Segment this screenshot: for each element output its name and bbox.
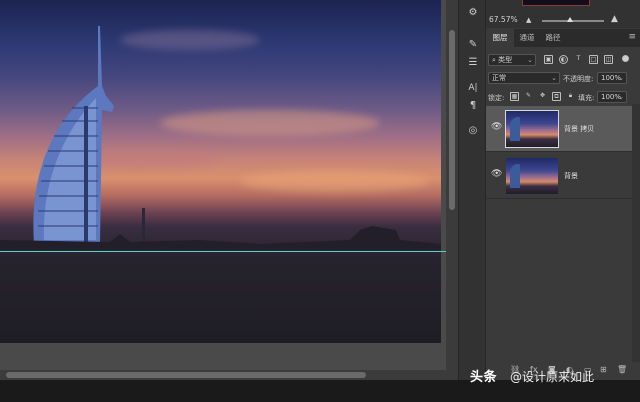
adjustments-icon[interactable]: ⚙ xyxy=(465,4,481,20)
canvas-vertical-scrollbar[interactable] xyxy=(446,0,458,380)
shape-filter-icon[interactable]: □ xyxy=(589,55,598,64)
lock-all-icon[interactable]: 🔒︎ xyxy=(566,92,575,101)
blend-mode-value: 正常 xyxy=(492,74,506,82)
styles-icon[interactable]: ◎ xyxy=(465,122,481,138)
paragraph-icon[interactable]: ¶ xyxy=(465,97,481,113)
zoom-out-icon[interactable]: ▲ xyxy=(526,16,531,24)
tab-layers[interactable]: 图层 xyxy=(486,29,514,47)
lock-label: 锁定: xyxy=(488,94,505,102)
lock-position-icon[interactable]: ✥ xyxy=(538,92,547,101)
blend-opacity-row: 正常 ⌄ 不透明度: 100% ⌄ xyxy=(486,70,640,88)
skyline-silhouette xyxy=(0,208,441,250)
layers-scrollbar[interactable] xyxy=(632,104,640,380)
properties-icon[interactable]: ☰ xyxy=(465,54,481,70)
panel-menu-icon[interactable]: ≡ xyxy=(628,32,636,42)
blend-mode-select[interactable]: 正常 ⌄ xyxy=(488,72,560,84)
smart-object-filter-icon[interactable]: ◫ xyxy=(604,55,613,64)
cloud xyxy=(240,170,430,192)
zoom-slider[interactable] xyxy=(542,20,604,22)
document-image[interactable] xyxy=(0,0,441,343)
lock-image-icon[interactable]: ✎ xyxy=(524,92,533,101)
pixel-filter-icon[interactable]: ▣ xyxy=(544,55,553,64)
chevron-down-icon: ⌄ xyxy=(551,74,557,82)
chevron-down-icon: ⌄ xyxy=(618,93,624,101)
chevron-down-icon: ⌄ xyxy=(527,56,533,64)
cloud xyxy=(160,110,380,136)
watermark-handle: @设计原来如此 xyxy=(510,370,595,384)
filter-kind-select[interactable]: ⌕ 类型 ⌄ xyxy=(488,54,536,66)
layer-row-background-copy[interactable]: 👁︎ 背景 拷贝 xyxy=(486,106,632,152)
lock-artboard-icon[interactable]: ⧉ xyxy=(552,92,561,101)
zoom-slider-handle[interactable] xyxy=(566,17,573,22)
panel-tabs: 图层 通道 路径 ≡ xyxy=(486,29,640,47)
layer-thumbnail xyxy=(506,158,558,194)
opacity-label: 不透明度: xyxy=(563,75,594,83)
opacity-input[interactable]: 100% ⌄ xyxy=(597,72,627,84)
eye-icon[interactable]: 👁︎ xyxy=(491,169,502,179)
canvas-area[interactable] xyxy=(0,0,458,402)
layer-name[interactable]: 背景 xyxy=(564,171,578,181)
layer-filter-row: ⌕ 类型 ⌄ ▣ ◐ T □ ◫ xyxy=(486,52,640,70)
zoom-value[interactable]: 67.57% xyxy=(489,15,518,24)
layer-thumbnail xyxy=(505,110,559,148)
watermark-brand: 头条 xyxy=(470,370,498,385)
panel-icon-strip: ⚙ ✎ ☰ A| ¶ ◎ xyxy=(458,0,486,380)
brush-settings-icon[interactable]: ✎ xyxy=(465,36,481,52)
layer-name[interactable]: 背景 拷贝 xyxy=(564,124,594,134)
tab-paths[interactable]: 路径 xyxy=(540,29,566,47)
guide-line[interactable] xyxy=(0,251,448,252)
canvas-horizontal-scrollbar[interactable] xyxy=(0,370,446,380)
layer-row-background[interactable]: 👁︎ 背景 xyxy=(486,153,632,199)
chevron-down-icon: ⌄ xyxy=(618,74,624,82)
cloud xyxy=(120,30,260,50)
filter-kind-value: 类型 xyxy=(498,56,513,64)
zoom-in-icon[interactable]: ▲ xyxy=(611,14,618,24)
right-panel: 67.57% ▲ ▲ 图层 通道 路径 ≡ ⌕ 类型 ⌄ ▣ ◐ T □ ◫ 正… xyxy=(486,0,640,380)
tab-channels[interactable]: 通道 xyxy=(514,29,540,47)
eye-icon[interactable]: 👁︎ xyxy=(491,122,502,132)
new-layer-icon[interactable]: ⊞ xyxy=(600,365,607,374)
type-filter-icon[interactable]: T xyxy=(574,55,583,64)
search-icon: ⌕ xyxy=(492,56,496,64)
trash-icon[interactable]: 🗑︎ xyxy=(617,365,627,374)
lock-transparent-icon[interactable]: ▦ xyxy=(510,92,519,101)
filter-toggle-icon[interactable] xyxy=(622,55,629,62)
adjustment-filter-icon[interactable]: ◐ xyxy=(559,55,568,64)
character-icon[interactable]: A| xyxy=(465,80,481,96)
lock-fill-row: 锁定: ▦ ✎ ✥ ⧉ 🔒︎ 填充: 100% ⌄ xyxy=(486,89,640,107)
fill-label: 填充: xyxy=(578,94,595,102)
navigator-panel: 67.57% ▲ ▲ xyxy=(486,0,640,28)
fill-input[interactable]: 100% ⌄ xyxy=(597,91,627,103)
navigator-preview[interactable] xyxy=(522,0,590,6)
